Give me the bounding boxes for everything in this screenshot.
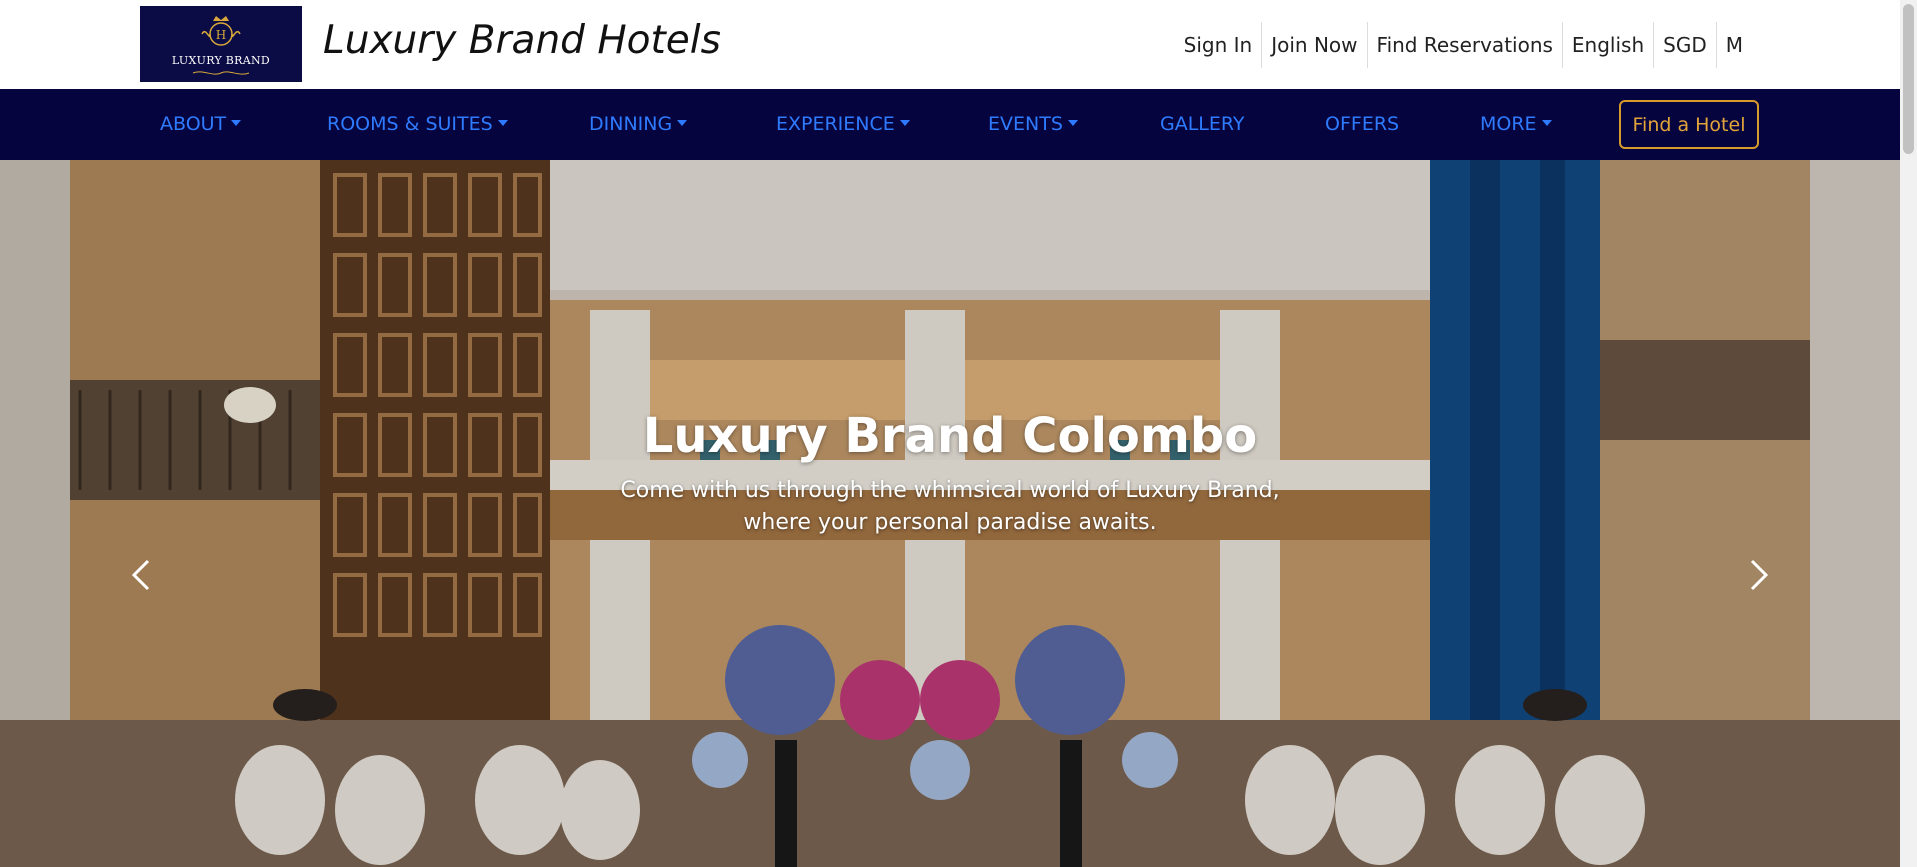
currency-selector[interactable]: SGD bbox=[1653, 22, 1716, 68]
caret-down-icon bbox=[497, 119, 508, 126]
caret-down-icon bbox=[1541, 119, 1552, 126]
nav-gallery[interactable]: GALLERY bbox=[1160, 89, 1245, 160]
language-selector[interactable]: English bbox=[1561, 22, 1653, 68]
site-title[interactable]: Luxury Brand Hotels bbox=[323, 18, 721, 63]
nav-label: GALLERY bbox=[1160, 113, 1245, 135]
unit-selector[interactable]: M bbox=[1715, 22, 1752, 68]
nav-label: ROOMS & SUITES bbox=[327, 113, 493, 135]
carousel-next-button[interactable] bbox=[1738, 545, 1778, 605]
brand-logo[interactable]: H LUXURY BRAND bbox=[140, 6, 302, 82]
nav-more[interactable]: MORE bbox=[1480, 89, 1552, 160]
caret-down-icon bbox=[899, 119, 910, 126]
nav-experience[interactable]: EXPERIENCE bbox=[776, 89, 910, 160]
top-header: H LUXURY BRAND Luxury Brand Hotels Sign … bbox=[0, 0, 1900, 89]
nav-events[interactable]: EVENTS bbox=[988, 89, 1078, 160]
caret-down-icon bbox=[677, 119, 688, 126]
nav-label: EXPERIENCE bbox=[776, 113, 895, 135]
main-nav: ABOUT ROOMS & SUITES DINNING EXPERIENCE … bbox=[0, 89, 1900, 160]
nav-label: ABOUT bbox=[160, 113, 227, 135]
chevron-left-icon bbox=[131, 559, 150, 591]
nav-dinning[interactable]: DINNING bbox=[589, 89, 688, 160]
crest-icon: H bbox=[201, 15, 241, 46]
nav-label: EVENTS bbox=[988, 113, 1063, 135]
svg-text:H: H bbox=[216, 28, 226, 42]
find-hotel-button[interactable]: Find a Hotel bbox=[1619, 100, 1759, 149]
hero-carousel: Luxury Brand Colombo Come with us throug… bbox=[0, 160, 1900, 867]
hero-subtitle: Come with us through the whimsical world… bbox=[620, 478, 1280, 535]
caret-down-icon bbox=[231, 119, 242, 126]
carousel-prev-button[interactable] bbox=[122, 545, 162, 605]
nav-label: OFFERS bbox=[1325, 113, 1400, 135]
chevron-right-icon bbox=[1750, 559, 1769, 591]
nav-rooms-suites[interactable]: ROOMS & SUITES bbox=[327, 89, 508, 160]
find-reservations-link[interactable]: Find Reservations bbox=[1366, 22, 1562, 68]
nav-label: MORE bbox=[1480, 113, 1537, 135]
nav-label: DINNING bbox=[589, 113, 673, 135]
caret-down-icon bbox=[1067, 119, 1078, 126]
page-scrollbar[interactable] bbox=[1900, 0, 1917, 867]
scrollbar-thumb[interactable] bbox=[1903, 4, 1914, 154]
hero-title: Luxury Brand Colombo bbox=[642, 408, 1258, 464]
nav-offers[interactable]: OFFERS bbox=[1325, 89, 1399, 160]
utility-nav: Sign In Join Now Find Reservations Engli… bbox=[1175, 22, 1752, 68]
logo-text: LUXURY BRAND bbox=[171, 53, 271, 67]
nav-about[interactable]: ABOUT bbox=[160, 89, 242, 160]
sign-in-link[interactable]: Sign In bbox=[1175, 22, 1262, 68]
join-now-link[interactable]: Join Now bbox=[1261, 22, 1366, 68]
flourish-icon bbox=[192, 70, 250, 75]
